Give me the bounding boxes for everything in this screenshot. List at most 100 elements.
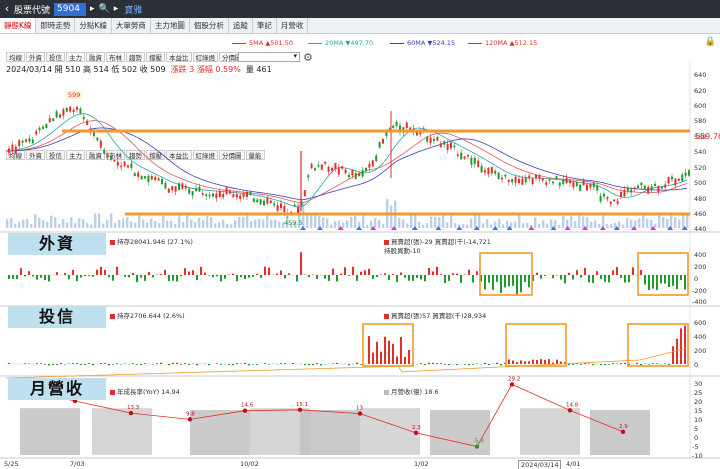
- foreign-bar: [616, 267, 618, 275]
- signal-marker: [599, 226, 606, 230]
- candle-body: [436, 136, 439, 141]
- foreign-bar: [560, 275, 562, 280]
- volume-bar: [322, 217, 325, 228]
- trust-bar: [668, 364, 670, 365]
- volume-bar: [126, 216, 129, 228]
- candle-body: [157, 178, 160, 181]
- foreign-bar: [140, 275, 142, 278]
- trust-bar: [144, 363, 146, 364]
- candle-body: [249, 191, 252, 195]
- candle-body: [626, 188, 629, 191]
- signal-marker: [411, 226, 418, 230]
- foreign-bar: [212, 275, 214, 278]
- volume-bar: [326, 218, 329, 228]
- yoy-label: 29.2: [508, 376, 520, 382]
- trust-bar: [552, 362, 554, 364]
- candle-body: [208, 194, 211, 197]
- trust-bar: [244, 362, 246, 364]
- volume-bar: [122, 218, 125, 228]
- candle-body: [293, 204, 296, 207]
- trust-bar: [580, 364, 582, 365]
- trust-bar: [280, 363, 282, 364]
- volume-bar: [262, 219, 265, 228]
- volume-bar: [210, 217, 213, 228]
- candle-body: [654, 183, 656, 186]
- candle-body: [246, 191, 248, 197]
- foreign-bar: [540, 275, 542, 279]
- foreign-bar: [564, 275, 566, 284]
- trust-bar: [672, 346, 674, 364]
- yoy-point: [567, 408, 573, 413]
- trust-bar: [332, 363, 334, 364]
- foreign-bar: [64, 273, 66, 275]
- foreign-axis-0: 0: [694, 275, 699, 283]
- candle-body: [439, 143, 442, 148]
- trust-bar: [448, 364, 450, 366]
- candle-body: [52, 118, 55, 122]
- stock-chart[interactable]: 26.72013.39.814.615.1132.3-5.329.214.82.…: [0, 0, 720, 469]
- candle-body: [205, 194, 208, 197]
- foreign-bar: [72, 269, 74, 275]
- volume-bar: [46, 221, 49, 228]
- volume-bar: [366, 224, 369, 228]
- volume-bar: [22, 219, 25, 228]
- volume-bar: [186, 214, 189, 228]
- foreign-bar: [416, 275, 418, 278]
- trust-bar: [372, 352, 374, 364]
- candle-body: [232, 194, 235, 198]
- candle-body: [616, 200, 619, 204]
- candle-body: [535, 174, 537, 178]
- trust-bar: [188, 364, 190, 365]
- candle-body: [664, 184, 667, 188]
- trust-bar: [100, 363, 102, 364]
- trust-bar: [676, 338, 678, 364]
- price-axis-440: 440: [694, 225, 707, 233]
- candle-body: [303, 190, 306, 197]
- volume-bar: [446, 222, 449, 228]
- foreign-bar: [572, 275, 574, 280]
- volume-bar: [258, 219, 261, 228]
- foreign-bar: [180, 275, 182, 277]
- trust-bar: [316, 363, 318, 364]
- candle-body: [242, 193, 245, 197]
- volume-bar: [94, 213, 97, 228]
- foreign-highlight-box: [479, 252, 533, 296]
- foreign-bar: [56, 272, 58, 275]
- trust-bar: [496, 362, 498, 364]
- candle-body: [586, 184, 588, 191]
- candle-body: [79, 108, 82, 114]
- volume-bar: [638, 218, 641, 228]
- foreign-bar: [152, 275, 154, 278]
- foreign-bar: [204, 272, 206, 275]
- foreign-bar: [328, 275, 330, 281]
- volume-bar: [266, 214, 269, 228]
- trust-hold: 持存2706.644 (2.6%): [110, 310, 185, 320]
- date-1: 7/03: [70, 460, 85, 468]
- volume-bar: [562, 215, 565, 228]
- foreign-bar: [100, 266, 102, 275]
- volume-bar: [226, 223, 229, 228]
- foreign-bar: [380, 274, 382, 275]
- foreign-bar: [48, 275, 50, 282]
- foreign-bar: [44, 275, 46, 281]
- foreign-bar: [508, 275, 510, 287]
- foreign-bar: [388, 275, 390, 281]
- volume-bar: [194, 222, 197, 228]
- foreign-bar: [164, 269, 166, 275]
- candle-body: [45, 123, 48, 129]
- volume-bar: [198, 217, 201, 228]
- volume-bar: [330, 224, 333, 228]
- foreign-bar: [240, 275, 242, 278]
- candle-body: [215, 193, 218, 199]
- foreign-bar: [188, 271, 190, 275]
- volume-bar: [182, 222, 185, 228]
- foreign-bar: [628, 275, 630, 283]
- candle-body: [116, 161, 119, 166]
- volume-bar: [674, 216, 677, 228]
- volume-bar: [406, 223, 409, 228]
- candle-body: [378, 142, 381, 148]
- rev-axis-m10: -10: [692, 452, 703, 460]
- revenue-amount: 月營收(億) 18.6: [384, 386, 439, 396]
- foreign-bar: [40, 275, 42, 278]
- yoy-label: 9.8: [186, 411, 195, 417]
